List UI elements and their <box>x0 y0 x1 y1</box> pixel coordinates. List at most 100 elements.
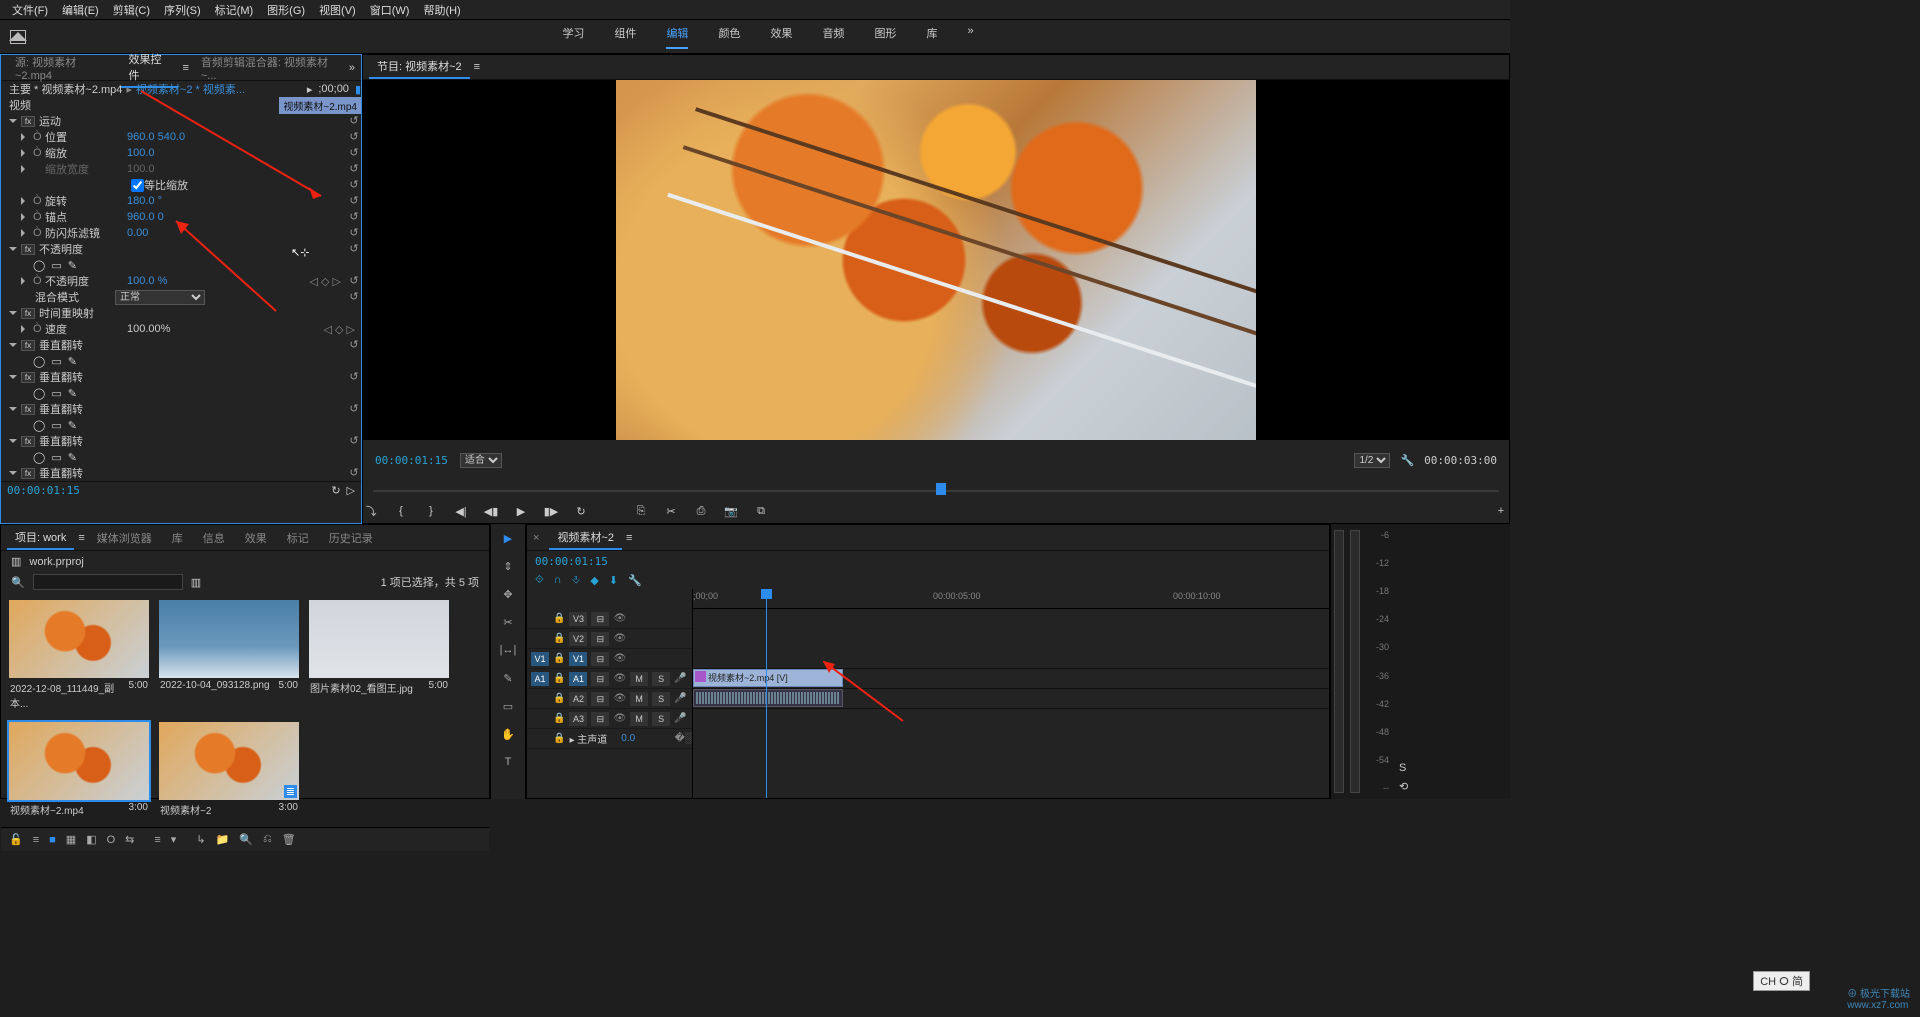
eye-icon[interactable]: 👁 <box>613 613 626 624</box>
mask-rect-icon[interactable]: ▭ <box>51 419 61 432</box>
master-value[interactable]: 0.0 <box>621 733 635 744</box>
fx-badge[interactable]: fx <box>21 404 35 415</box>
bin-item[interactable]: 2022-10-04_093128.png5:00 <box>159 600 299 712</box>
keyframe-nav[interactable]: ◁ ◇ ▷ <box>310 275 342 288</box>
tri-opacity[interactable] <box>9 247 17 255</box>
reset-icon[interactable]: ↺ <box>347 402 361 416</box>
menu-file[interactable]: 文件(F) <box>6 0 54 20</box>
timeline-tracks[interactable]: ;00;0000:00:05:0000:00:10:00 视频素材~2.mp4 … <box>692 589 1329 798</box>
marker-icon[interactable]: ⤵ <box>363 503 379 519</box>
camera-icon[interactable]: 📷 <box>723 505 739 518</box>
bin-item[interactable]: 图片素材02_看图王.jpg5:00 <box>309 600 449 712</box>
eye-icon[interactable]: 👁 <box>613 713 626 724</box>
fx-badge[interactable]: fx <box>21 436 35 447</box>
mic-icon[interactable]: 🎤 <box>674 673 686 684</box>
fx-badge[interactable]: fx <box>21 372 35 383</box>
lock-icon[interactable]: 🔒 <box>553 613 565 624</box>
mask-pen-icon[interactable]: ✎ <box>68 451 77 464</box>
mask-ellipse-icon[interactable]: ◯ <box>33 259 45 272</box>
stopwatch-icon[interactable]: Ò <box>33 195 45 207</box>
tri-icon[interactable] <box>21 197 29 205</box>
prop-value[interactable]: 960.0 540.0 <box>127 131 237 143</box>
ws-more-icon[interactable]: » <box>967 25 973 49</box>
reset-icon[interactable]: ↺ <box>347 162 361 176</box>
stopwatch-icon[interactable]: Ò <box>33 147 45 159</box>
tri-icon[interactable] <box>9 343 17 351</box>
tri-icon[interactable] <box>21 133 29 141</box>
stopwatch-icon[interactable]: Ò <box>33 227 45 239</box>
slip-tool-icon[interactable]: |↔| <box>499 644 517 662</box>
mic-icon[interactable]: 🎤 <box>674 713 686 724</box>
reset-icon[interactable]: ↺ <box>347 130 361 144</box>
timeline-menu-icon[interactable]: ≡ <box>626 532 632 544</box>
settings-icon[interactable]: ⬇ <box>609 574 618 587</box>
menu-mark[interactable]: 标记(M) <box>209 0 260 20</box>
mask-pen-icon[interactable]: ✎ <box>68 355 77 368</box>
wrench-icon[interactable]: 🔧 <box>1400 454 1414 467</box>
mask-ellipse-icon[interactable]: ◯ <box>33 451 45 464</box>
marker-icon[interactable]: ◆ <box>590 574 598 587</box>
meter-reset-icon[interactable]: ⟲ <box>1399 780 1408 793</box>
tri-icon[interactable] <box>21 277 29 285</box>
ripple-tool-icon[interactable]: ✥ <box>499 588 517 606</box>
proj-tab-media[interactable]: 媒体浏览器 <box>89 527 160 549</box>
reset-icon[interactable]: ↺ <box>347 466 361 480</box>
bin-item[interactable]: ≣视频素材~23:00 <box>159 722 299 819</box>
proj-tab-history[interactable]: 历史记录 <box>321 527 381 549</box>
ws-learn[interactable]: 学习 <box>562 25 584 49</box>
track-toggle-btn[interactable]: ⊟ <box>591 652 609 666</box>
keyframe-nav[interactable]: ◁ ◇ ▷ <box>324 323 356 336</box>
track-toggle-btn[interactable]: ⊟ <box>591 672 609 686</box>
track-target-btn[interactable]: A2 <box>569 692 587 706</box>
track-target-btn[interactable]: A1 <box>569 672 587 686</box>
add-button-icon[interactable]: + <box>1493 505 1509 517</box>
program-tab[interactable]: 节目: 视频素材~2 <box>369 55 470 79</box>
project-search-input[interactable] <box>33 574 183 590</box>
tri-icon[interactable] <box>9 439 17 447</box>
tri-icon[interactable] <box>9 407 17 415</box>
insert-icon[interactable]: ⎀ <box>572 574 581 587</box>
mask-rect-icon[interactable]: ▭ <box>51 355 61 368</box>
proj-footer-icon[interactable]: ≡ <box>154 834 160 846</box>
program-timecode[interactable]: 00:00:01:15 <box>375 454 448 467</box>
compare-icon[interactable]: ⧉ <box>753 505 769 518</box>
proj-tab-info[interactable]: 信息 <box>195 527 233 549</box>
reset-icon[interactable]: ↺ <box>347 226 361 240</box>
proj-footer-icon[interactable]: ▦ <box>66 833 76 846</box>
track-solo-btn[interactable]: S <box>652 692 670 706</box>
ec-tab-audiomixer[interactable]: 音频剪辑混合器: 视频素材~... <box>193 51 345 85</box>
stopwatch-icon[interactable]: Ò <box>33 323 45 335</box>
track-source-btn[interactable]: A1 <box>531 672 549 686</box>
proj-footer-icon[interactable]: O <box>107 834 116 846</box>
ec-tab-menu-icon[interactable]: ≡ <box>182 62 188 74</box>
ec-clip-bar[interactable]: 视频素材~2.mp4 <box>279 97 361 114</box>
thumbnail[interactable] <box>309 600 449 678</box>
hand-tool-icon[interactable]: ✋ <box>499 728 517 746</box>
proj-footer-icon[interactable]: 🔍 <box>239 833 253 846</box>
proj-footer-icon[interactable]: ↳ <box>196 833 205 846</box>
snap-icon[interactable]: ⟐ <box>535 574 544 587</box>
thumbnail[interactable] <box>9 600 149 678</box>
eye-icon[interactable]: 👁 <box>613 653 626 664</box>
ec-crumb-seq[interactable]: 视频素材~2 * 视频素... <box>136 81 245 97</box>
proj-footer-icon[interactable]: ⎌ <box>263 833 272 846</box>
fx-badge[interactable]: fx <box>21 468 35 479</box>
mask-rect-icon[interactable]: ▭ <box>51 387 61 400</box>
timeline-tab[interactable]: 视频素材~2 <box>549 526 622 550</box>
proj-footer-icon[interactable]: 🔓 <box>9 833 23 846</box>
reset-icon[interactable]: ↺ <box>347 194 361 208</box>
export-frame-icon[interactable]: ⎙ <box>693 505 709 518</box>
tri-icon[interactable] <box>21 149 29 157</box>
lock-icon[interactable]: 🔒 <box>553 693 565 704</box>
reset-icon[interactable]: ↺ <box>347 178 361 192</box>
track-toggle-btn[interactable]: ⊟ <box>591 712 609 726</box>
eye-icon[interactable]: 👁 <box>613 633 626 644</box>
reset-icon[interactable]: ↺ <box>347 114 361 128</box>
track-solo-btn[interactable]: S <box>652 672 670 686</box>
reset-icon[interactable]: ↺ <box>347 434 361 448</box>
prop-value[interactable]: 100.0 <box>127 147 237 159</box>
ws-effects[interactable]: 效果 <box>770 25 792 49</box>
ec-playhead-icon[interactable]: ▮ <box>355 83 361 96</box>
proj-menu-icon[interactable]: ≡ <box>78 532 84 544</box>
step-back-icon[interactable]: ◀▮ <box>483 505 499 518</box>
